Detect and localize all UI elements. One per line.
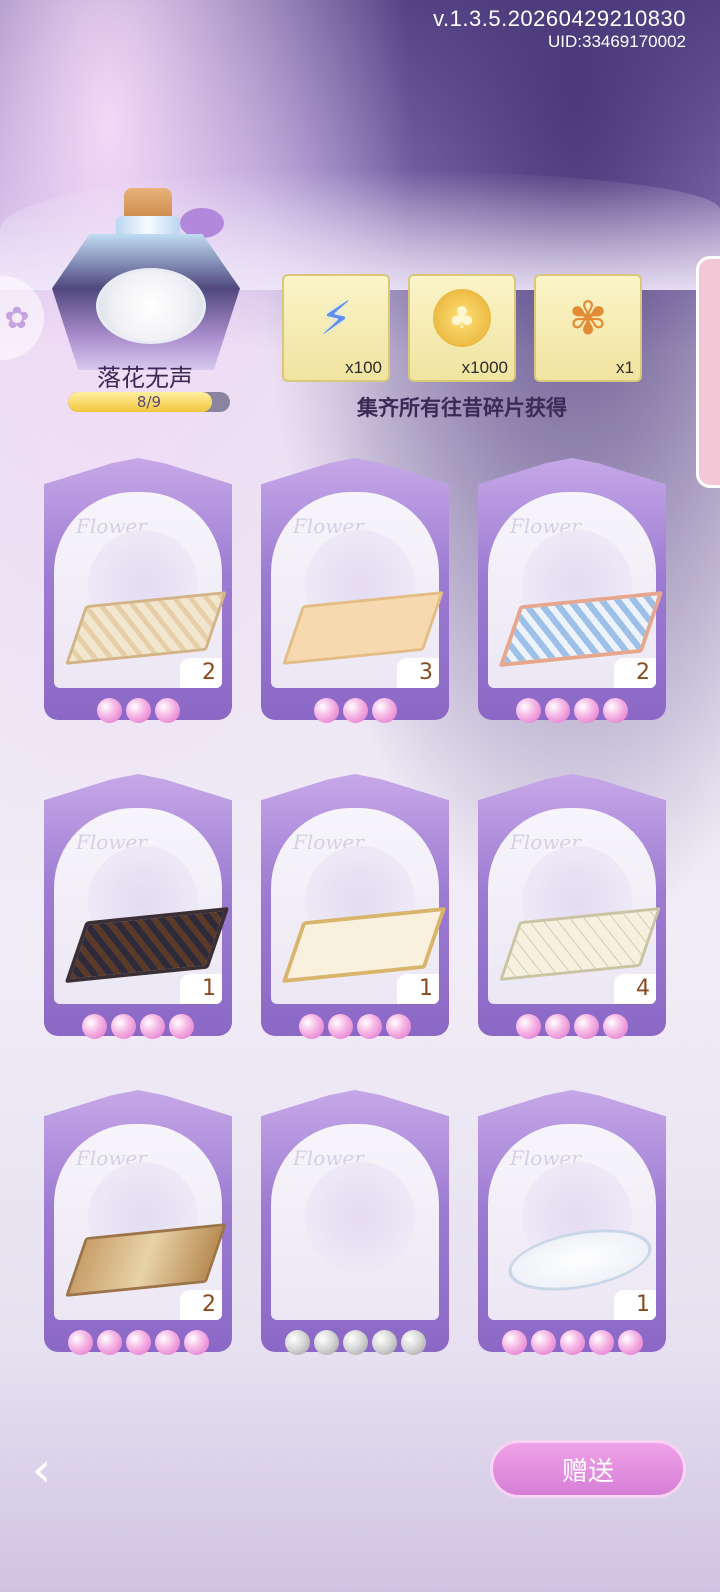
pearl-icon: [357, 1014, 382, 1039]
bottle-rug-icon: [96, 268, 206, 344]
flower-horn-icon: ✾: [568, 291, 608, 345]
pearl-rating: [44, 698, 232, 723]
gift-button[interactable]: 赠送: [490, 1440, 686, 1498]
pearl-icon: [154, 698, 180, 723]
fragment-count: 4: [614, 974, 656, 1004]
pearl-rating: [478, 698, 666, 723]
reward-qty: x1: [616, 358, 634, 377]
energy-bolt-icon: ⚡: [319, 291, 353, 345]
pearl-icon: [603, 698, 628, 723]
pearl-icon: [559, 1330, 585, 1355]
pearl-icon: [125, 1330, 151, 1355]
fragment-card[interactable]: Flower 2: [44, 458, 232, 748]
rug-icon: [499, 907, 661, 981]
reward-caption: 集齐所有往昔碎片获得: [357, 395, 567, 420]
pearl-icon: [545, 698, 570, 723]
pearl-icon: [154, 1330, 180, 1355]
fragment-card[interactable]: Flower 2: [44, 1090, 232, 1380]
version-text: v.1.3.5.20260429210830: [433, 6, 686, 31]
uid-text: UID:33469170002: [547, 32, 686, 51]
pearl-icon: [82, 1014, 107, 1039]
version-info: v.1.3.5.20260429210830 UID:33469170002: [433, 6, 686, 52]
fragment-count: 1: [397, 974, 439, 1004]
right-side-tab[interactable]: [696, 256, 720, 488]
card-inner: Flower: [271, 1124, 439, 1320]
fragment-card[interactable]: Flower: [261, 1090, 449, 1380]
pearl-icon: [386, 1014, 411, 1039]
chevron-left-icon: ‹: [32, 1442, 52, 1498]
collection-name: 落花无声: [97, 364, 193, 392]
pearl-rating: [478, 1014, 666, 1039]
reward-qty: x100: [345, 358, 382, 377]
reward-qty: x1000: [461, 358, 508, 377]
rug-icon: [65, 591, 227, 665]
pearl-icon: [516, 698, 541, 723]
collection-progress-bar: 8/9: [68, 392, 230, 412]
pearl-icon: [313, 1330, 339, 1355]
fragment-count: 1: [614, 1290, 656, 1320]
pearl-icon: [169, 1014, 194, 1039]
pearl-icon: [516, 1014, 541, 1039]
pearl-rating: [261, 1014, 449, 1039]
reward-energy[interactable]: ⚡ x100: [282, 274, 390, 382]
rug-icon: [499, 1223, 661, 1297]
pearl-icon: [574, 698, 599, 723]
fragment-card[interactable]: Flower 3: [261, 458, 449, 748]
fragment-count: 1: [180, 974, 222, 1004]
pearl-icon: [96, 698, 122, 723]
pearl-icon: [574, 1014, 599, 1039]
pearl-icon: [140, 1014, 165, 1039]
pearl-icon: [67, 1330, 93, 1355]
pearl-icon: [400, 1330, 426, 1355]
pearl-icon: [313, 698, 339, 723]
pearl-icon: [371, 1330, 397, 1355]
pearl-icon: [371, 698, 397, 723]
rug-icon: [498, 590, 664, 668]
fragment-card[interactable]: Flower 2: [478, 458, 666, 748]
pearl-icon: [183, 1330, 209, 1355]
fragment-card[interactable]: Flower 1: [478, 1090, 666, 1380]
fragment-count: 2: [614, 658, 656, 688]
pearl-icon: [299, 1014, 324, 1039]
pearl-icon: [96, 1330, 122, 1355]
pearl-icon: [111, 1014, 136, 1039]
rug-icon: [281, 906, 447, 984]
bottle-bow-icon: [180, 208, 224, 238]
flower-icon: [305, 1162, 415, 1272]
pearl-rating: [44, 1330, 232, 1355]
back-button[interactable]: ‹: [32, 1440, 84, 1500]
reward-horn[interactable]: ✾ x1: [534, 274, 642, 382]
fragment-count: 3: [397, 658, 439, 688]
pearl-icon: [125, 698, 151, 723]
pearl-icon: [342, 698, 368, 723]
reward-coin[interactable]: ♣ x1000: [408, 274, 516, 382]
pearl-icon: [588, 1330, 614, 1355]
fragment-count: 2: [180, 658, 222, 688]
pearl-rating: [44, 1014, 232, 1039]
fragment-card[interactable]: Flower 4: [478, 774, 666, 1064]
gold-coin-icon: ♣: [410, 276, 514, 360]
pearl-icon: [501, 1330, 527, 1355]
rug-icon: [64, 906, 230, 984]
pearl-rating: [261, 1330, 449, 1355]
progress-text: 8/9: [136, 393, 162, 411]
collection-bottle: [52, 188, 240, 374]
pearl-rating: [478, 1330, 666, 1355]
pearl-icon: [603, 1014, 628, 1039]
pearl-icon: [545, 1014, 570, 1039]
pearl-icon: [530, 1330, 556, 1355]
fragment-card[interactable]: Flower 1: [261, 774, 449, 1064]
pearl-rating: [261, 698, 449, 723]
rug-icon: [282, 591, 444, 665]
pearl-icon: [328, 1014, 353, 1039]
petal-icon: ✿: [4, 300, 30, 336]
rug-icon: [65, 1223, 227, 1297]
pearl-icon: [284, 1330, 310, 1355]
fragment-card[interactable]: Flower 1: [44, 774, 232, 1064]
reward-list: ⚡ x100 ♣ x1000 ✾ x1: [282, 274, 642, 382]
pearl-icon: [617, 1330, 643, 1355]
pearl-icon: [342, 1330, 368, 1355]
fragment-count: 2: [180, 1290, 222, 1320]
